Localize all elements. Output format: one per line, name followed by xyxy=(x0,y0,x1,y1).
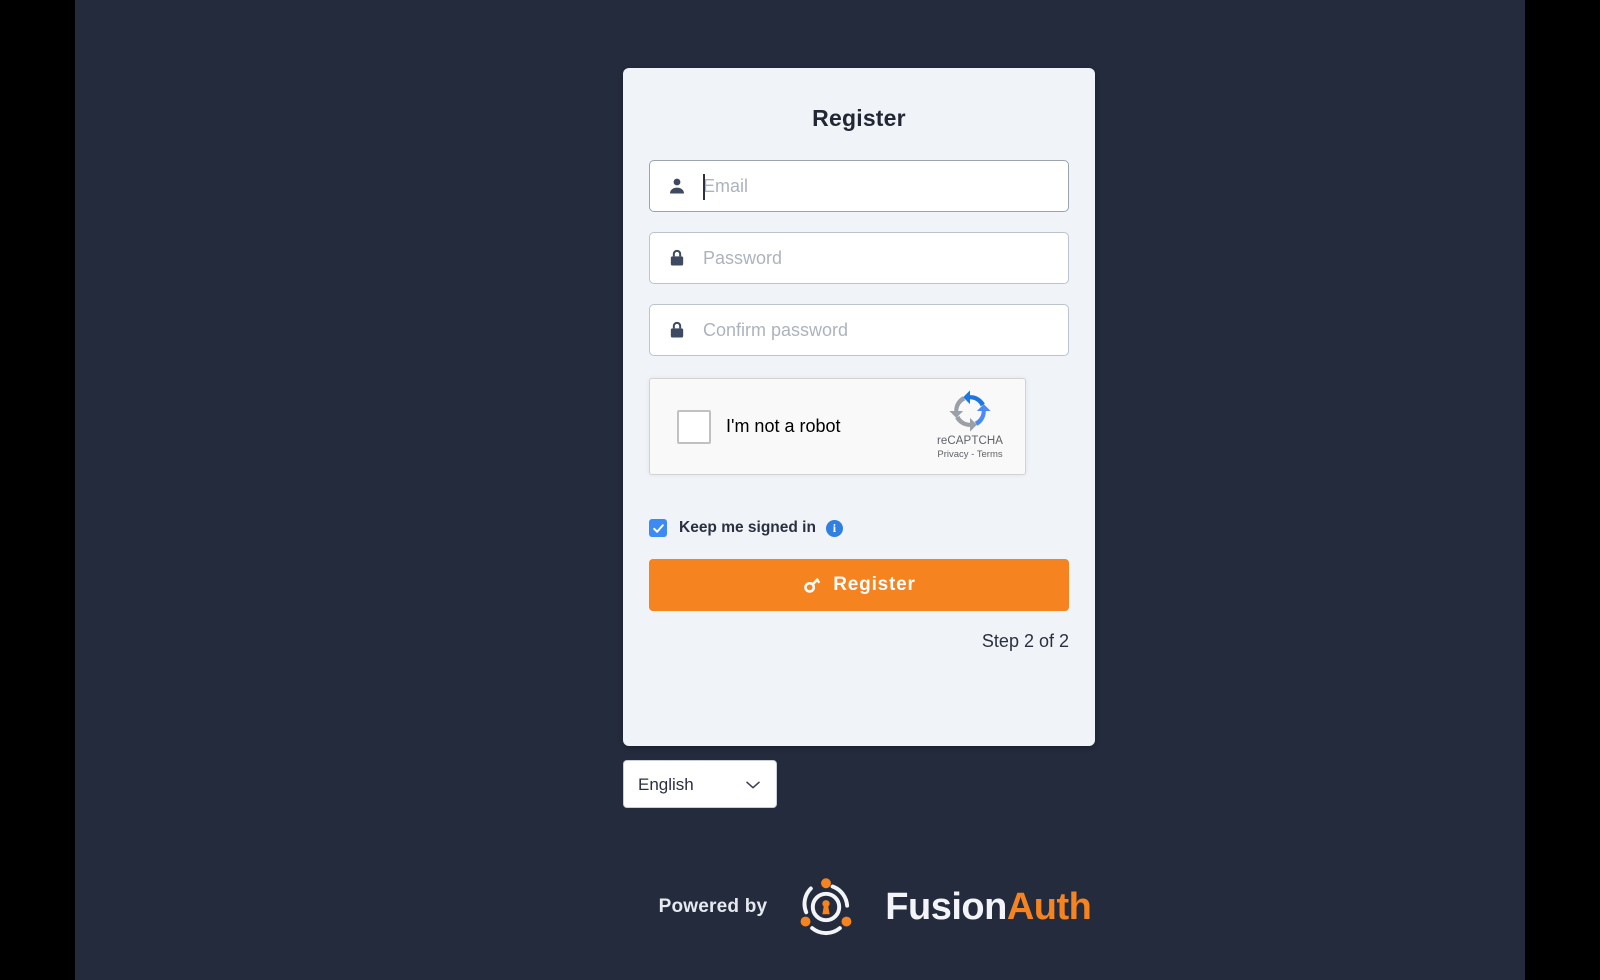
info-icon[interactable]: i xyxy=(825,519,843,537)
step-indicator: Step 2 of 2 xyxy=(981,631,1069,651)
fusionauth-wordmark: FusionAuth xyxy=(885,886,1092,928)
lock-icon xyxy=(650,248,703,268)
recaptcha-logo-icon xyxy=(949,390,991,432)
fusionauth-logo-icon xyxy=(793,874,859,940)
footer: Powered by FusionAuth xyxy=(150,874,1600,940)
register-button[interactable]: Register xyxy=(649,559,1069,611)
recaptcha-label: I'm not a robot xyxy=(726,416,841,436)
recaptcha-widget: I'm not a robot reCAPTCHA Privacy - Term… xyxy=(649,378,1026,475)
register-card: Register Email I'm not a robot reCAPTCHA… xyxy=(623,68,1095,746)
screenshot-viewport: Register Email I'm not a robot reCAPTCHA… xyxy=(0,0,1600,980)
recaptcha-branding: reCAPTCHA Privacy - Terms xyxy=(926,389,1014,460)
brand-word-fusion: Fusion xyxy=(885,886,1007,928)
powered-by-label: Powered by xyxy=(658,896,768,917)
email-field-row[interactable] xyxy=(649,160,1069,212)
confirm-password-field-row[interactable] xyxy=(649,304,1069,356)
language-select-wrap: English xyxy=(623,760,777,808)
key-icon xyxy=(802,575,822,595)
page-title: Register xyxy=(812,105,906,131)
user-icon xyxy=(650,176,703,196)
recaptcha-brand-name: reCAPTCHA xyxy=(936,435,1004,447)
recaptcha-brand-links[interactable]: Privacy - Terms xyxy=(926,449,1014,460)
language-select[interactable]: English xyxy=(623,760,777,808)
register-button-label: Register xyxy=(833,574,916,595)
password-field-row[interactable] xyxy=(649,232,1069,284)
text-caret xyxy=(703,174,705,200)
keep-signed-in-checkbox[interactable] xyxy=(649,519,667,537)
recaptcha-checkbox[interactable] xyxy=(677,409,711,444)
page-background: Register Email I'm not a robot reCAPTCHA… xyxy=(75,0,1525,980)
brand-word-auth: Auth xyxy=(1006,886,1092,928)
password-input[interactable] xyxy=(703,233,1068,283)
keep-signed-in-row: Keep me signed in i xyxy=(649,517,1069,539)
lock-icon xyxy=(650,320,703,340)
confirm-password-input[interactable] xyxy=(703,305,1068,355)
email-input[interactable] xyxy=(703,161,1068,211)
keep-signed-in-label: Keep me signed in xyxy=(679,519,816,536)
